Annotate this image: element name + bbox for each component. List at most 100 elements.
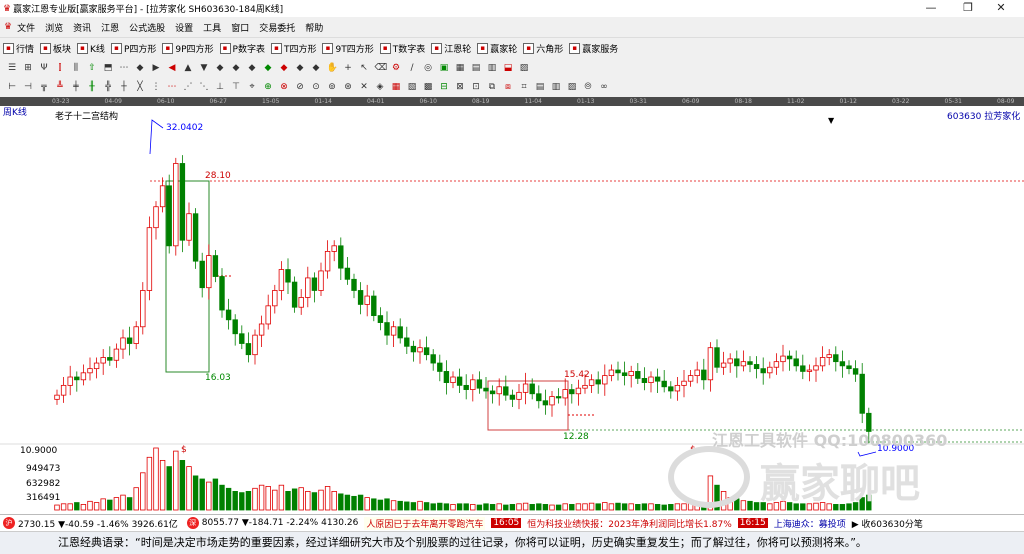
tb3-tool-icon-35[interactable]: ▨ <box>567 82 578 93</box>
tb2-tool-icon-4[interactable]: ⫼ <box>71 63 82 74</box>
tb2-tool-icon-15[interactable]: ◆ <box>247 63 258 74</box>
tb3-tool-icon-14[interactable]: ⊤ <box>231 82 242 93</box>
tb3-tool-icon-27[interactable]: ⊟ <box>439 82 450 93</box>
tb3-tool-icon-19[interactable]: ⊙ <box>311 82 322 93</box>
menu-browse[interactable]: 浏览 <box>45 21 63 34</box>
tb2-tool-icon-25[interactable]: ∕ <box>407 63 418 74</box>
tb3-tool-icon-15[interactable]: ⌖ <box>247 82 258 93</box>
news-2[interactable]: 恒为科技业绩快报：2023年净利润同比增长1.87% <box>527 517 732 530</box>
tb2-tool-icon-10[interactable]: ◀ <box>167 63 178 74</box>
tb2-tool-icon-21[interactable]: + <box>343 63 354 74</box>
tb2-tool-icon-23[interactable]: ⌫ <box>375 63 388 74</box>
toolbar-list-button[interactable]: ▪ 行情 <box>3 42 34 55</box>
tb2-tool-icon-6[interactable]: ⬒ <box>103 63 114 74</box>
tb2-tool-icon-3[interactable]: ⫿ <box>55 63 66 74</box>
menu-help[interactable]: 帮助 <box>305 21 323 34</box>
menu-settings[interactable]: 设置 <box>175 21 193 34</box>
tb2-tool-icon-28[interactable]: ▦ <box>455 63 466 74</box>
tb2-tool-icon-12[interactable]: ▼ <box>199 63 210 74</box>
tb2-tool-icon-2[interactable]: Ψ <box>39 63 50 74</box>
tb2-tool-icon-32[interactable]: ▨ <box>519 63 530 74</box>
tb3-tool-icon-3[interactable]: ╩ <box>55 82 66 93</box>
menu-file[interactable]: 文件 <box>17 21 35 34</box>
toolbar-grid-button[interactable]: ▪ 板块 <box>40 42 71 55</box>
tb3-tool-icon-9[interactable]: ⋮ <box>151 82 162 93</box>
tb2-tool-icon-26[interactable]: ◎ <box>423 63 434 74</box>
tb2-tool-icon-5[interactable]: ⇧ <box>87 63 98 74</box>
toolbar-kline-button[interactable]: ▪ K线 <box>77 42 105 55</box>
toolbar-hexagon-button[interactable]: ▪ 六角形 <box>523 42 563 55</box>
tb2-tool-icon-24[interactable]: ⚙ <box>391 63 402 74</box>
toolbar-t-table-button[interactable]: ▪ T数字表 <box>379 42 425 55</box>
toolbar-gann-wheel-button[interactable]: ▪ 江恩轮 <box>431 42 471 55</box>
tb2-tool-icon-9[interactable]: ▶ <box>151 63 162 74</box>
tb3-tool-icon-21[interactable]: ⊛ <box>343 82 354 93</box>
tb2-tool-icon-0[interactable]: ☰ <box>7 63 18 74</box>
menu-formula[interactable]: 公式选股 <box>129 21 165 34</box>
toolbar-winner-wheel-button[interactable]: ▪ 赢家轮 <box>477 42 517 55</box>
toolbar-p-square-button[interactable]: ▪ P四方形 <box>110 42 156 55</box>
tb3-tool-icon-11[interactable]: ⋰ <box>183 82 194 93</box>
tb3-tool-icon-34[interactable]: ▥ <box>551 82 562 93</box>
toolbar-service-button[interactable]: ▪ 赢家服务 <box>569 42 618 55</box>
close-button[interactable]: ✕ <box>978 0 1024 17</box>
tb3-tool-icon-28[interactable]: ⊠ <box>455 82 466 93</box>
tb3-tool-icon-16[interactable]: ⊕ <box>263 82 274 93</box>
tb2-tool-icon-14[interactable]: ◆ <box>231 63 242 74</box>
menu-news[interactable]: 资讯 <box>73 21 91 34</box>
tb3-tool-icon-10[interactable]: ⋯ <box>167 82 178 93</box>
tb3-tool-icon-26[interactable]: ▩ <box>423 82 434 93</box>
tb3-tool-icon-8[interactable]: ╳ <box>135 82 146 93</box>
tb3-tool-icon-30[interactable]: ⧉ <box>487 82 498 93</box>
tb3-tool-icon-25[interactable]: ▧ <box>407 82 418 93</box>
tb2-tool-icon-20[interactable]: ✋ <box>327 63 338 74</box>
tb3-tool-icon-24[interactable]: ▦ <box>391 82 402 93</box>
tb3-tool-icon-33[interactable]: ▤ <box>535 82 546 93</box>
tb3-tool-icon-20[interactable]: ⊚ <box>327 82 338 93</box>
news-3[interactable]: 上海迪众：募投项 <box>774 517 846 530</box>
news-1[interactable]: 人原因已于去年离开零跑汽车 <box>364 516 486 530</box>
toolbar-t-square-button[interactable]: ▪ T四方形 <box>270 42 316 55</box>
tb3-tool-icon-1[interactable]: ⊣ <box>23 82 34 93</box>
tb3-tool-icon-5[interactable]: ╫ <box>87 82 98 93</box>
tb3-tool-icon-6[interactable]: ╬ <box>103 82 114 93</box>
tb2-tool-icon-31[interactable]: ⬓ <box>503 63 514 74</box>
tb2-tool-icon-30[interactable]: ▥ <box>487 63 498 74</box>
tb3-tool-icon-0[interactable]: ⊢ <box>7 82 18 93</box>
tb2-tool-icon-27[interactable]: ▣ <box>439 63 450 74</box>
tb2-tool-icon-17[interactable]: ◆ <box>279 63 290 74</box>
tb3-tool-icon-18[interactable]: ⊘ <box>295 82 306 93</box>
tb3-tool-icon-23[interactable]: ◈ <box>375 82 386 93</box>
tb2-tool-icon-8[interactable]: ◆ <box>135 63 146 74</box>
tb3-tool-icon-29[interactable]: ⊡ <box>471 82 482 93</box>
tb3-tool-icon-13[interactable]: ⊥ <box>215 82 226 93</box>
tb3-tool-icon-17[interactable]: ⊗ <box>279 82 290 93</box>
sh-index[interactable]: 2730.15 ▼-40.59 -1.46% 3926.61亿 <box>18 517 178 530</box>
tb3-tool-icon-31[interactable]: ⧈ <box>503 82 514 93</box>
tb2-tool-icon-16[interactable]: ◆ <box>263 63 274 74</box>
tb2-tool-icon-11[interactable]: ▲ <box>183 63 194 74</box>
tb3-tool-icon-22[interactable]: ✕ <box>359 82 370 93</box>
tb3-tool-icon-32[interactable]: ⌗ <box>519 82 530 93</box>
sz-index[interactable]: 8055.77 ▼-184.71 -2.24% 4130.26 <box>202 518 359 528</box>
tb3-tool-icon-7[interactable]: ┼ <box>119 82 130 93</box>
toolbar-p-table-button[interactable]: ▪ P数字表 <box>219 42 265 55</box>
menu-gann[interactable]: 江恩 <box>101 21 119 34</box>
tb2-tool-icon-7[interactable]: ⋯ <box>119 63 130 74</box>
tb3-tool-icon-36[interactable]: ⦾ <box>583 82 594 93</box>
toolbar-9p-square-button[interactable]: ▪ 9P四方形 <box>162 42 214 55</box>
menu-window[interactable]: 窗口 <box>231 21 249 34</box>
menu-tools[interactable]: 工具 <box>203 21 221 34</box>
chart-area[interactable]: 周K线 老子十二宫结构 ▼ 603630 拉芳家化 32.0402 28.10 … <box>0 106 1024 514</box>
tb2-tool-icon-19[interactable]: ◆ <box>311 63 322 74</box>
toolbar-9t-square-button[interactable]: ▪ 9T四方形 <box>322 42 374 55</box>
tb2-tool-icon-29[interactable]: ▤ <box>471 63 482 74</box>
tb3-tool-icon-37[interactable]: ∞ <box>599 82 610 93</box>
watch-tick[interactable]: ▶ 收603630分笔 <box>852 517 923 530</box>
tb2-tool-icon-13[interactable]: ◆ <box>215 63 226 74</box>
tb3-tool-icon-4[interactable]: ╪ <box>71 82 82 93</box>
menu-trade[interactable]: 交易委托 <box>259 21 295 34</box>
tb3-tool-icon-2[interactable]: ╦ <box>39 82 50 93</box>
tb2-tool-icon-1[interactable]: ⊞ <box>23 63 34 74</box>
tb2-tool-icon-18[interactable]: ◆ <box>295 63 306 74</box>
